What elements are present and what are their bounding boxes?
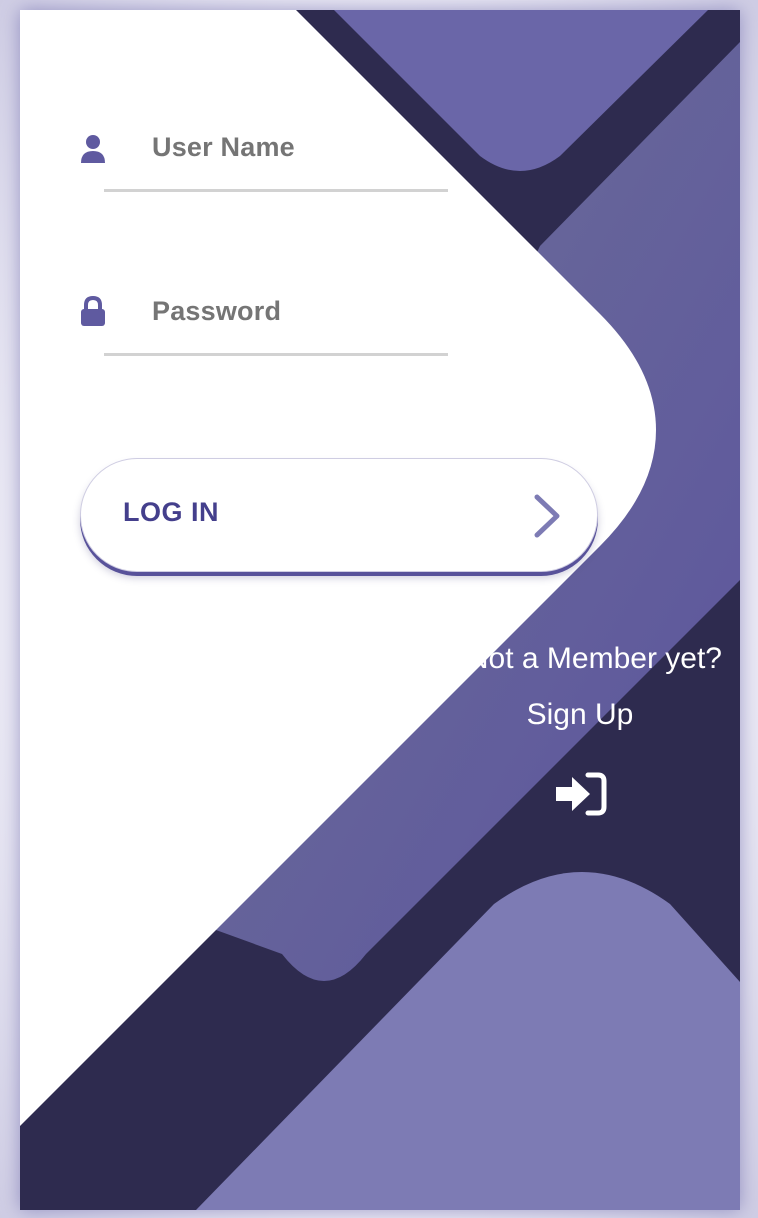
user-icon: [80, 134, 106, 164]
signup-prompt: Not a Member yet?: [466, 642, 722, 675]
username-underline: [104, 189, 448, 192]
sign-in-icon[interactable]: [554, 771, 608, 817]
signup-link[interactable]: Sign Up: [480, 698, 680, 732]
password-field[interactable]: [152, 296, 432, 327]
login-button[interactable]: LOG IN: [80, 458, 598, 572]
username-field[interactable]: [152, 132, 432, 163]
login-button-label: LOG IN: [123, 497, 219, 527]
password-underline: [104, 353, 448, 356]
login-card: LOG IN Not a Member yet? Sign Up: [20, 10, 740, 1210]
chevron-right-icon: [534, 494, 560, 538]
lock-icon: [80, 296, 106, 326]
